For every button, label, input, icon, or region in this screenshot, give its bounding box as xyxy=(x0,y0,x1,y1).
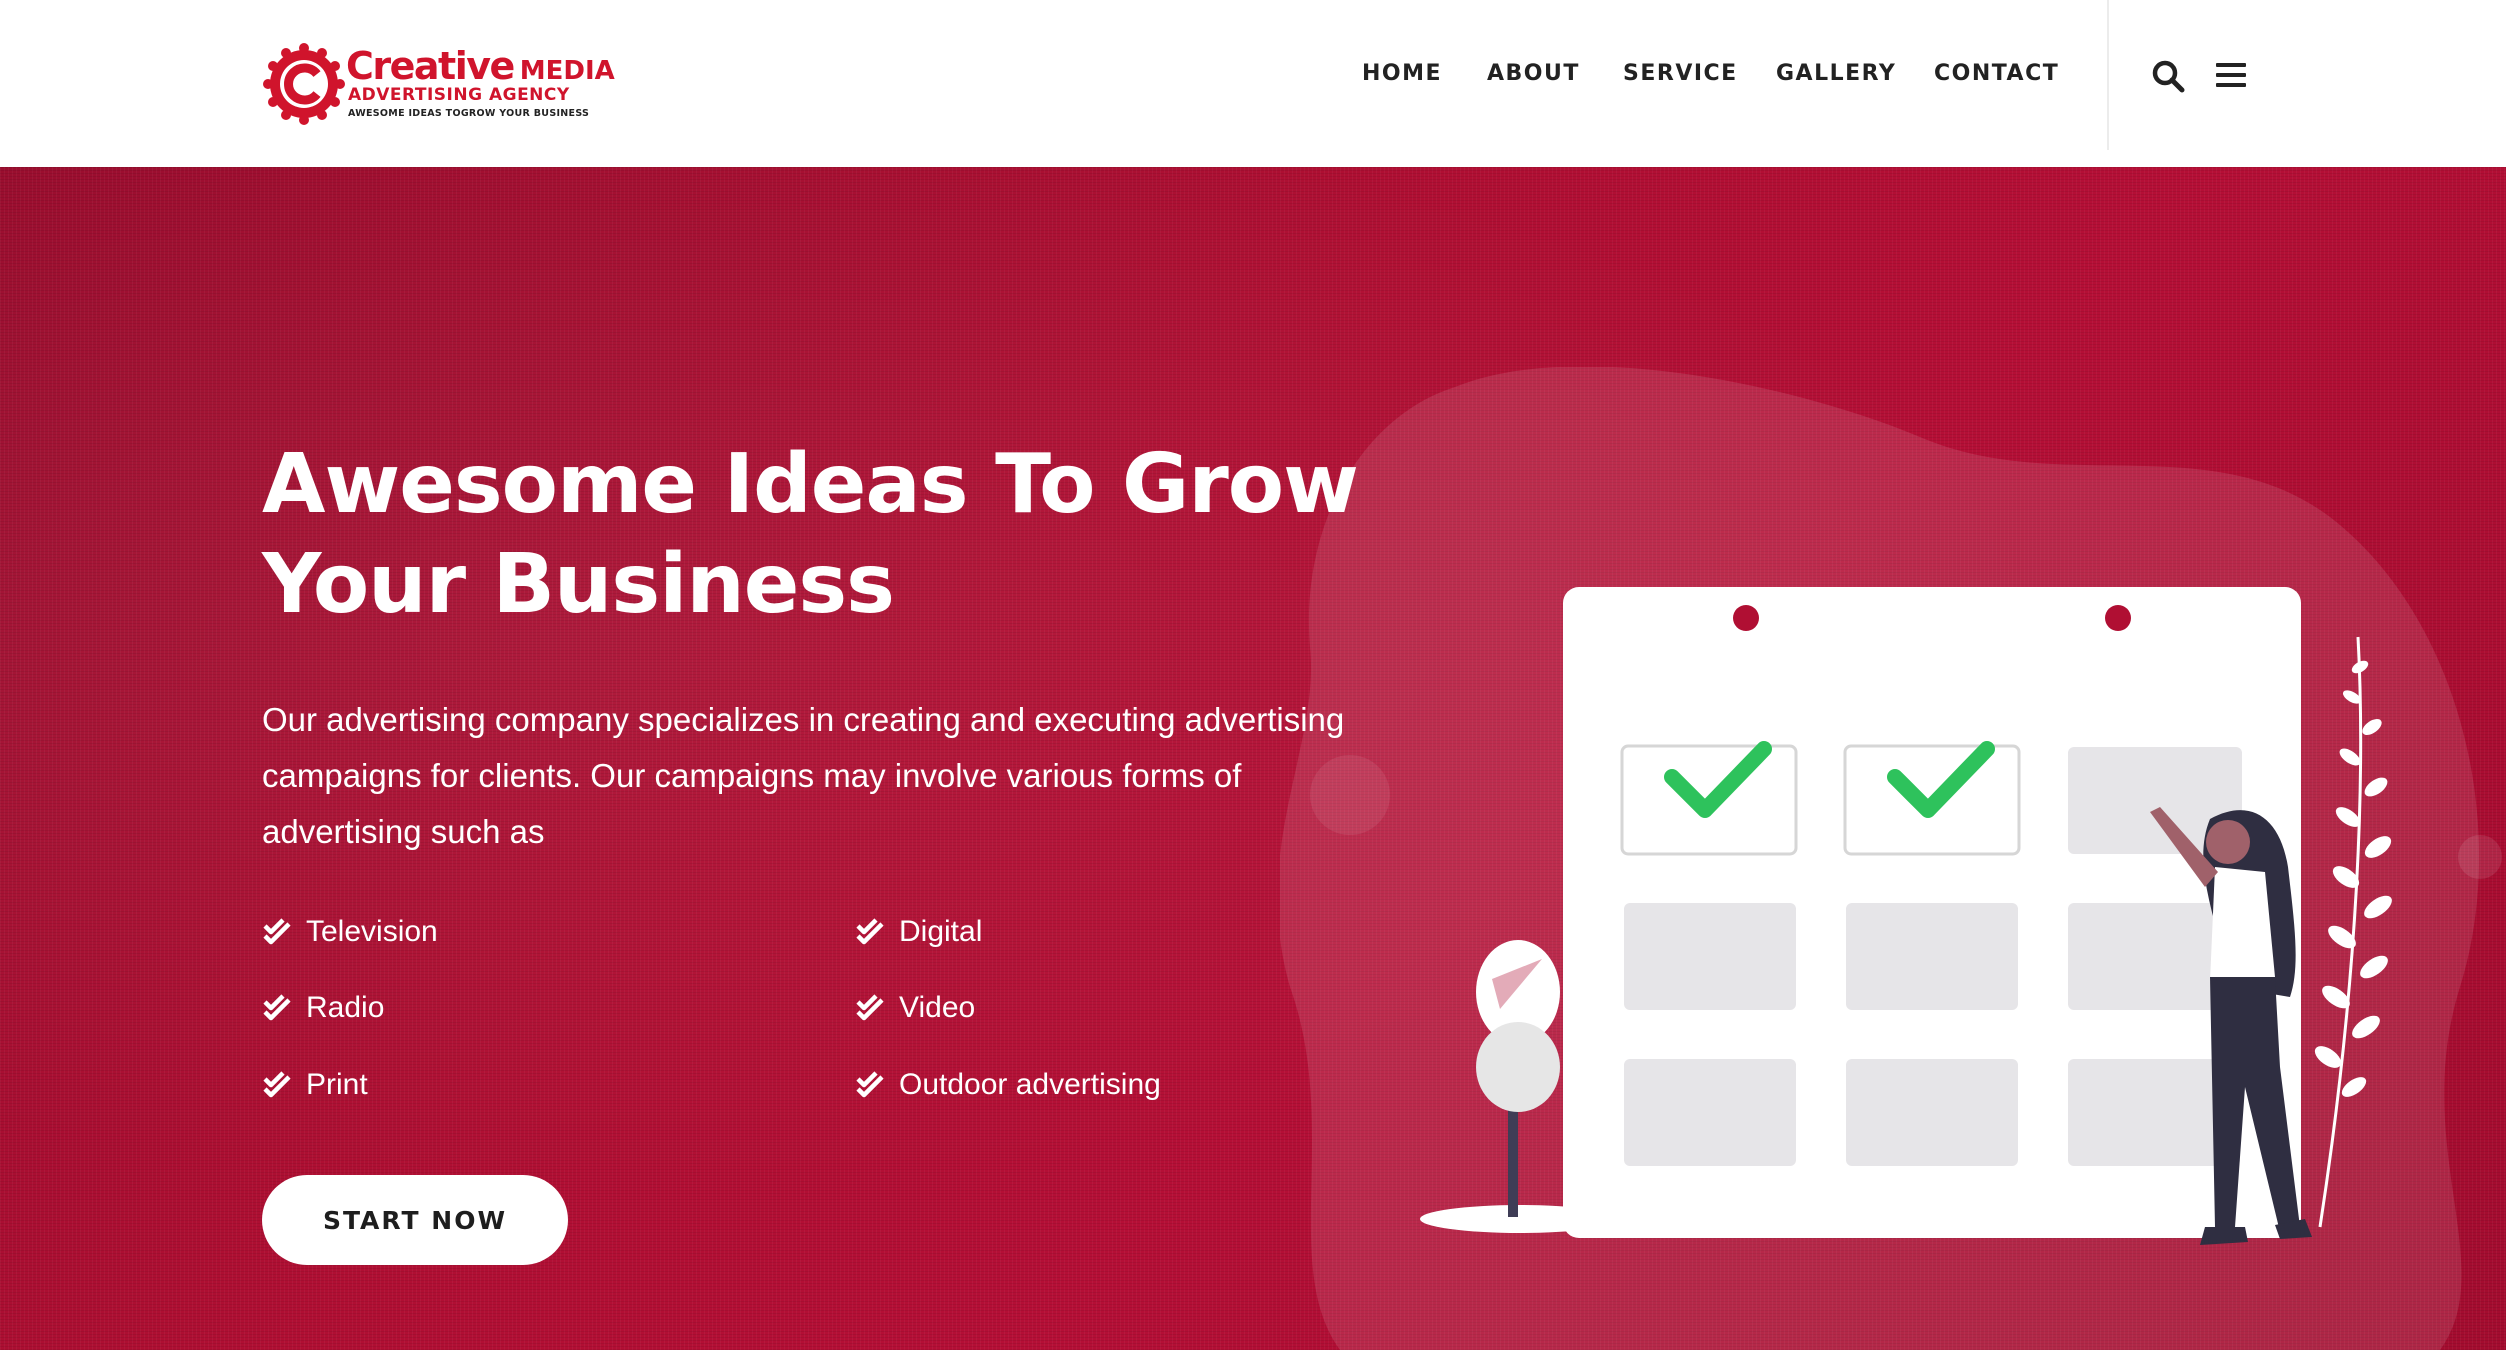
calendar-cell xyxy=(1846,1059,2018,1166)
feature-label: Video xyxy=(899,991,976,1024)
feature-label: Radio xyxy=(306,991,385,1024)
feature-item-video: Video xyxy=(855,988,975,1028)
logo-badge-icon xyxy=(263,43,345,125)
hamburger-menu-icon[interactable] xyxy=(2216,60,2246,90)
nav-gallery[interactable]: GALLERY xyxy=(1776,61,1896,86)
nav-contact[interactable]: CONTACT xyxy=(1934,61,2059,86)
feature-label: Digital xyxy=(899,915,983,948)
nav-home[interactable]: HOME xyxy=(1362,61,1442,86)
logo-word-creative: Creative xyxy=(346,44,515,88)
search-icon[interactable] xyxy=(2150,58,2186,94)
logo-wordmark: Creative MEDIA xyxy=(346,44,615,88)
hero-title-line2: Your Business xyxy=(262,537,895,632)
nav-service[interactable]: SERVICE xyxy=(1623,61,1738,86)
calendar-cell xyxy=(1624,1059,1796,1166)
feature-label: Television xyxy=(306,915,438,948)
calendar-cell xyxy=(1846,903,2018,1010)
double-check-icon xyxy=(856,918,884,945)
feature-item-print: Print xyxy=(262,1065,368,1105)
logo[interactable]: Creative MEDIA ADVERTISING AGENCY AWESOME… xyxy=(262,40,615,130)
hero-description: Our advertising company specializes in c… xyxy=(262,701,1345,850)
hero-title-line1: Awesome Ideas To Grow xyxy=(262,437,1359,532)
nav-about[interactable]: ABOUT xyxy=(1487,61,1580,86)
feature-item-digital: Digital xyxy=(855,912,982,952)
calendar-illustration xyxy=(1280,367,2502,1350)
feature-item-television: Television xyxy=(262,912,438,952)
calendar-pin xyxy=(1733,605,1759,631)
header-divider xyxy=(2107,0,2109,150)
feature-item-radio: Radio xyxy=(262,988,384,1028)
hero-title: Awesome Ideas To Grow Your Business xyxy=(262,435,1362,635)
feature-label: Print xyxy=(306,1068,368,1101)
logo-tagline: AWESOME IDEAS TOGROW YOUR BUSINESS xyxy=(348,108,590,119)
double-check-icon xyxy=(263,1071,291,1098)
feature-item-outdoor-advertising: Outdoor advertising xyxy=(855,1065,1161,1105)
calendar-pin xyxy=(2105,605,2131,631)
logo-subtitle: ADVERTISING AGENCY xyxy=(348,85,570,105)
calendar-cell xyxy=(1624,903,1796,1010)
start-now-button[interactable]: START NOW xyxy=(262,1175,568,1265)
double-check-icon xyxy=(263,994,291,1021)
background-dot xyxy=(1310,755,1390,835)
double-check-icon xyxy=(856,994,884,1021)
double-check-icon xyxy=(856,1071,884,1098)
logo-word-media: MEDIA xyxy=(519,56,615,86)
feature-label: Outdoor advertising xyxy=(899,1068,1161,1101)
hero-section: Awesome Ideas To Grow Your Business Our … xyxy=(0,167,2506,1350)
double-check-icon xyxy=(263,918,291,945)
site-header: Creative MEDIA ADVERTISING AGENCY AWESOME… xyxy=(0,0,2506,167)
background-dot xyxy=(2458,835,2502,879)
